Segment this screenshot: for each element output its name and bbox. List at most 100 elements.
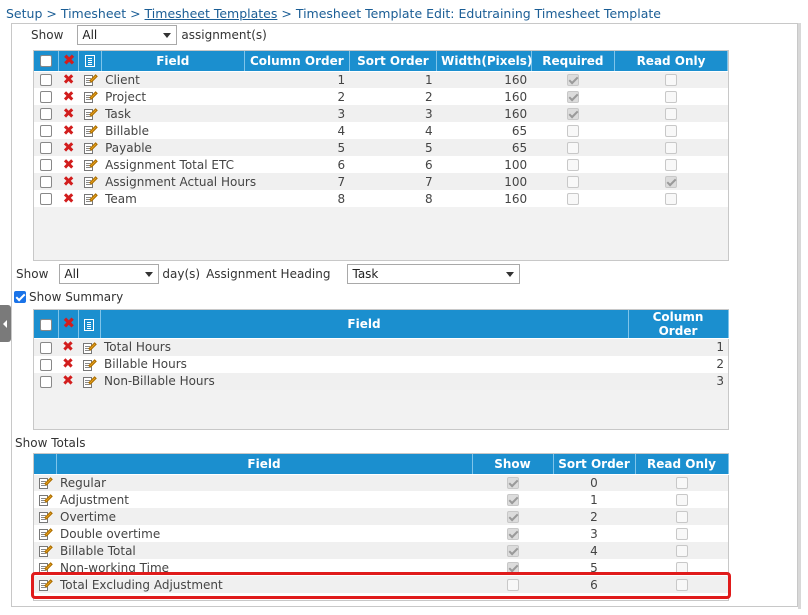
show-summary-label[interactable]: Show Summary [29,290,123,304]
summary-grid: ✖ Field Column Order ✖ Total Hours 1 ✖ Billa… [33,309,729,430]
breadcrumb-setup[interactable]: Setup [6,6,42,21]
show-summary-checkbox[interactable] [14,291,26,303]
required-checkbox [566,142,579,154]
col-width[interactable]: Width(Pixels) [436,51,532,72]
row-select-checkbox[interactable] [40,159,53,171]
table-row: ✖ Team 8 8 160 [34,190,728,207]
row-select-checkbox[interactable] [40,125,53,137]
summary-select-all-header [34,310,59,339]
edit-icon[interactable] [83,176,98,188]
table-row: ✖ Billable Hours 2 [34,355,728,373]
row-select-checkbox[interactable] [40,74,53,87]
totals-col-show[interactable]: Show [472,454,554,475]
assignment-heading-label: Assignment Heading [206,267,331,281]
width-pixels: 160 [436,105,532,122]
totals-col-sort-order[interactable]: Sort Order [553,454,636,475]
breadcrumb-timesheet[interactable]: Timesheet [61,6,126,21]
table-row: ✖ Non-Billable Hours 3 [34,372,728,390]
col-field[interactable]: Field [101,51,245,72]
column-order: 8 [244,190,350,207]
sort-order: 4 [553,542,635,559]
assignment-show-select[interactable]: All [77,25,178,45]
edit-icon[interactable] [83,125,98,137]
field-name: Payable [101,139,245,156]
delete-icon[interactable]: ✖ [63,141,75,155]
list-icon [84,318,94,331]
column-order: 1 [244,71,350,88]
delete-icon[interactable]: ✖ [63,73,75,87]
field-name: Team [101,190,245,207]
column-order: 1 [628,338,728,356]
row-select-checkbox[interactable] [40,176,53,188]
delete-icon[interactable]: ✖ [62,340,74,354]
chevron-down-icon [506,272,515,277]
summary-col-field[interactable]: Field [100,310,629,339]
edit-icon[interactable] [83,74,98,87]
edit-icon[interactable] [83,375,97,388]
days-show-select[interactable]: All [59,264,160,284]
summary-delete-header: ✖ [58,310,79,339]
delete-icon[interactable]: ✖ [63,124,75,138]
breadcrumb: Setup > Timesheet > Timesheet Templates … [6,6,661,21]
edit-icon[interactable] [39,494,53,506]
edit-icon[interactable] [83,91,98,103]
sort-order: 4 [349,122,437,139]
breadcrumb-timesheet-templates[interactable]: Timesheet Templates [145,6,278,21]
summary-select-all-checkbox[interactable] [39,318,52,331]
show-summary-row: Show Summary [14,290,123,304]
edit-icon[interactable] [83,358,97,371]
row-select-checkbox[interactable] [40,341,52,354]
read-only-checkbox [675,494,688,506]
row-select-checkbox[interactable] [40,142,53,154]
delete-icon[interactable]: ✖ [63,192,75,206]
width-pixels: 160 [436,88,532,105]
row-select-checkbox[interactable] [40,193,53,205]
edit-icon[interactable] [39,511,53,523]
show-checkbox [506,511,519,523]
show-checkbox [506,477,519,490]
collapse-arrow-icon[interactable] [0,305,11,342]
totals-col-read-only[interactable]: Read Only [635,454,729,475]
field-name: Billable Total [56,542,472,559]
days-suffix: day(s) [162,267,201,281]
edit-icon[interactable] [83,142,98,154]
edit-icon[interactable] [83,193,98,205]
totals-icon-header [34,454,57,475]
read-only-checkbox [665,176,678,188]
column-order: 6 [244,156,350,173]
show-totals-label: Show Totals [15,436,86,450]
delete-icon[interactable]: ✖ [62,357,74,371]
delete-icon[interactable]: ✖ [63,90,75,104]
row-select-checkbox[interactable] [40,358,52,371]
edit-icon[interactable] [39,477,53,490]
field-name: Billable [101,122,245,139]
row-select-checkbox[interactable] [40,375,52,388]
edit-icon[interactable] [83,108,98,120]
assignment-heading-select[interactable]: Task [347,264,521,284]
edit-icon[interactable] [83,159,98,171]
edit-icon[interactable] [39,545,53,557]
totals-col-field[interactable]: Field [56,454,473,475]
table-row: Double overtime 3 [34,525,728,542]
row-select-checkbox[interactable] [40,91,53,103]
col-required[interactable]: Required [531,51,616,72]
row-select-checkbox[interactable] [40,108,53,120]
col-column-order[interactable]: Column Order [244,51,350,72]
delete-icon[interactable]: ✖ [62,374,74,388]
width-pixels: 65 [436,122,532,139]
delete-icon[interactable]: ✖ [63,158,75,172]
delete-icon[interactable]: ✖ [63,107,75,121]
col-read-only[interactable]: Read Only [614,51,728,72]
field-name: Assignment Actual Hours [101,173,256,190]
col-sort-order[interactable]: Sort Order [349,51,438,72]
select-all-checkbox[interactable] [39,55,52,68]
chevron-down-icon [145,272,154,277]
edit-icon[interactable] [83,342,97,354]
delete-icon[interactable]: ✖ [63,175,75,189]
summary-col-column-order[interactable]: Column Order [628,310,729,339]
assignments-grid: ✖ Field Column Order Sort Order Width(Pi… [33,50,729,261]
assignment-show-label: Show [31,28,64,42]
table-row: ✖ Billable 4 4 65 [34,122,728,139]
edit-icon[interactable] [39,528,53,540]
table-row: ✖ Assignment Total ETC 6 6 100 [34,156,728,173]
